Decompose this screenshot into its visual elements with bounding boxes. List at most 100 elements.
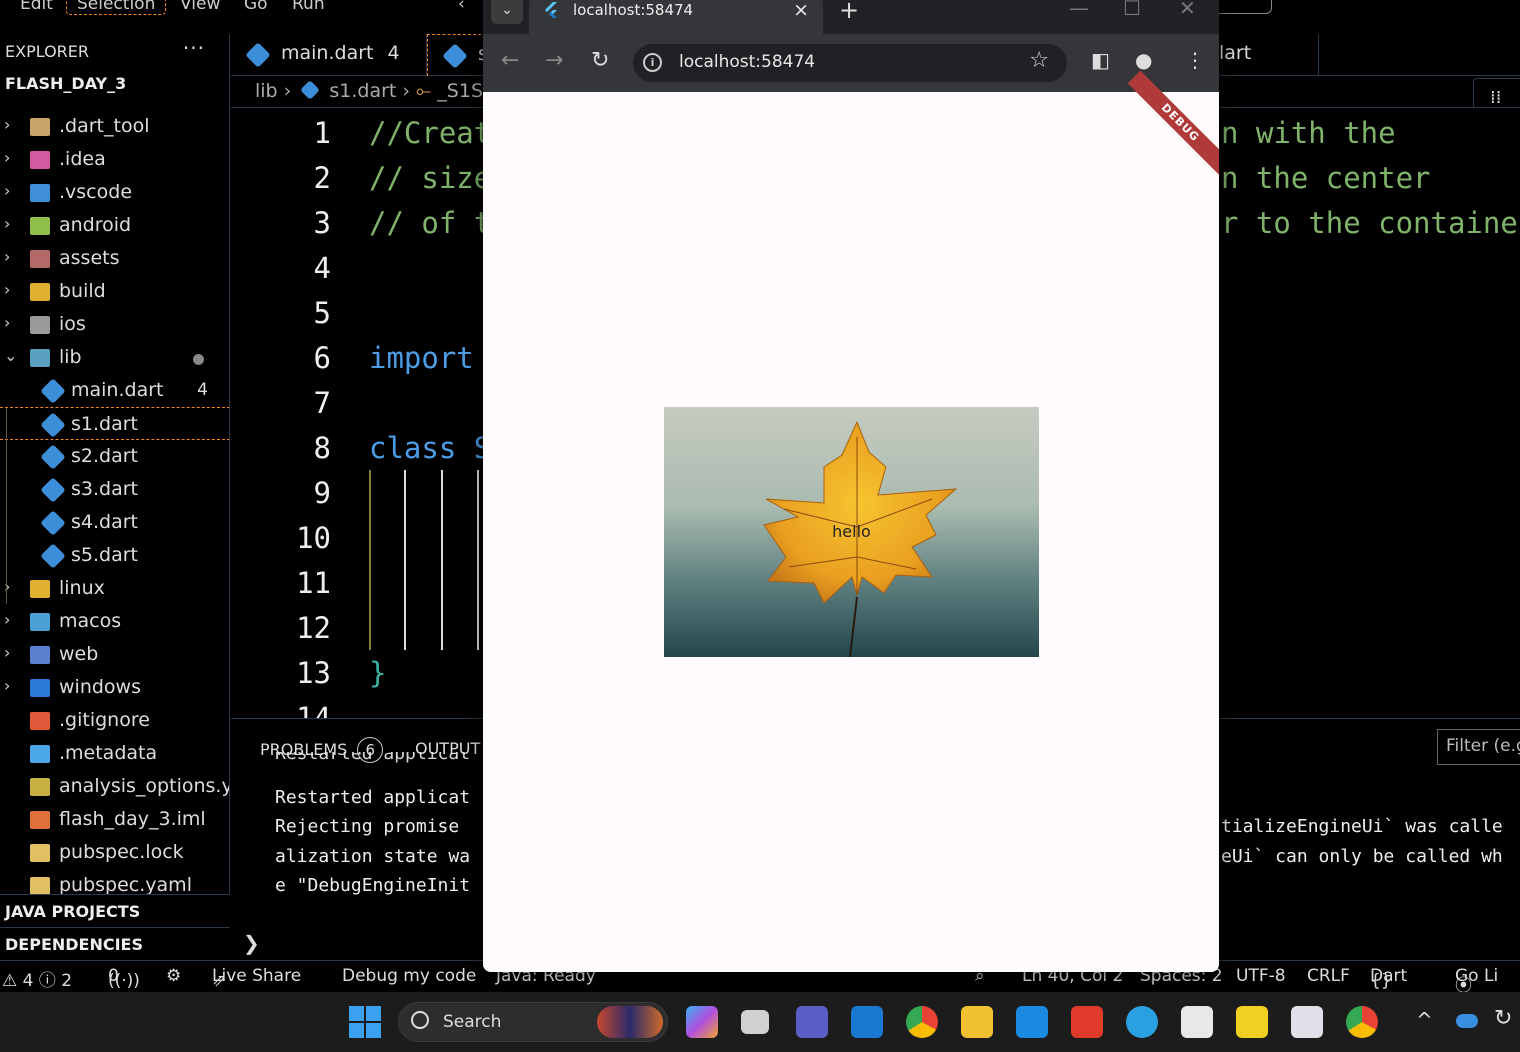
nav-back-icon[interactable]: ‹ — [458, 0, 465, 14]
menu-view[interactable]: View — [180, 0, 220, 14]
site-info-icon[interactable]: i — [643, 53, 662, 72]
tree-item-assets[interactable]: › assets — [0, 242, 229, 275]
tree-item-android[interactable]: › android — [0, 209, 229, 242]
vscode-icon[interactable] — [1016, 1006, 1048, 1038]
explorer-title: EXPLORER — [5, 42, 89, 61]
tree-item-s4-dart[interactable]: s4.dart — [0, 506, 229, 539]
mail-icon[interactable] — [851, 1006, 883, 1038]
tree-item-lib[interactable]: ⌄ lib — [0, 341, 229, 374]
menu-edit[interactable]: Edit — [20, 0, 53, 14]
breadcrumb-file[interactable]: s1.dart — [329, 80, 396, 102]
ports-status[interactable]: ((·)) 0 — [108, 966, 140, 991]
go-live-button[interactable]: ⦿ Go Li — [1455, 966, 1498, 996]
eol-status[interactable]: CRLF — [1307, 966, 1350, 986]
tree-item-analysis-options-y[interactable]: analysis_options.y... — [0, 770, 229, 803]
chevron-right-icon[interactable]: › — [4, 676, 20, 695]
close-tab-icon[interactable]: × — [793, 0, 809, 21]
sync-icon[interactable]: ↻ — [1494, 1006, 1512, 1031]
menu-selection[interactable]: Selection — [66, 0, 167, 15]
chevron-right-icon[interactable]: › — [4, 610, 20, 629]
terminal-line-tail: tializeEngineUi` was calle — [1221, 816, 1503, 837]
language-status[interactable]: {} Dart — [1370, 966, 1407, 991]
line-number: 3 — [313, 206, 331, 240]
chevron-down-icon[interactable]: ⌄ — [4, 346, 20, 365]
chevron-right-icon[interactable]: › — [4, 247, 20, 266]
wps-icon[interactable] — [1071, 1006, 1103, 1038]
tree-item-vscode[interactable]: › .vscode — [0, 176, 229, 209]
tree-item-s3-dart[interactable]: s3.dart — [0, 473, 229, 506]
onedrive-icon[interactable] — [1456, 1014, 1478, 1028]
close-window-icon[interactable]: ✕ — [1179, 0, 1196, 20]
copilot-icon[interactable] — [686, 1006, 718, 1038]
chevron-up-icon[interactable]: ^ — [1416, 1008, 1433, 1032]
chevron-right-icon[interactable]: › — [4, 313, 20, 332]
chrome-icon[interactable] — [906, 1006, 938, 1038]
start-button[interactable] — [349, 1006, 381, 1038]
tree-item-label: flash_day_3.iml — [59, 808, 206, 830]
breadcrumb-lib[interactable]: lib — [255, 80, 278, 102]
back-icon[interactable]: ← — [501, 48, 519, 73]
sticky-notes-icon[interactable] — [1236, 1006, 1268, 1038]
tab-search-chevron-icon[interactable]: ⌄ — [491, 0, 523, 24]
encoding-status[interactable]: UTF-8 — [1236, 966, 1286, 986]
menu-go[interactable]: Go — [244, 0, 268, 14]
tab-main-dart[interactable]: main.dart 4 — [231, 34, 427, 76]
forward-icon[interactable]: → — [545, 48, 563, 73]
reload-icon[interactable]: ↻ — [591, 48, 609, 73]
tree-item-main-dart[interactable]: main.dart 4 — [0, 374, 229, 407]
filter-input[interactable]: Filter (e.g — [1437, 729, 1520, 765]
profile-icon[interactable]: ● — [1135, 48, 1152, 72]
store-icon[interactable] — [1181, 1006, 1213, 1038]
terminal-prompt-icon[interactable]: ❯ — [243, 931, 260, 955]
dependencies-section[interactable]: DEPENDENCIES — [0, 927, 230, 960]
tree-item-gitignore[interactable]: .gitignore — [0, 704, 229, 737]
tree-item-build[interactable]: › build — [0, 275, 229, 308]
menu-run[interactable]: Run — [292, 0, 325, 14]
tree-item-pubspec-lock[interactable]: pubspec.lock — [0, 836, 229, 869]
tree-item-idea[interactable]: › .idea — [0, 143, 229, 176]
chevron-right-icon[interactable]: › — [4, 115, 20, 134]
more-actions-icon[interactable]: ··· — [183, 36, 205, 60]
tab-other-dart[interactable]: lart — [1219, 34, 1319, 76]
breadcrumb-symbol[interactable]: _S1S — [437, 80, 483, 102]
address-bar[interactable]: i localhost:58474 ☆ — [633, 44, 1067, 82]
search-highlight-art — [597, 1006, 663, 1038]
bookmark-star-icon[interactable]: ☆ — [1029, 48, 1049, 73]
debug-my-code-button[interactable]: Debug my code — [342, 966, 476, 986]
tree-item-dart-tool[interactable]: › .dart_tool — [0, 110, 229, 143]
tree-item-s1-dart[interactable]: s1.dart — [0, 407, 229, 440]
tree-item-linux[interactable]: › linux — [0, 572, 229, 605]
debug-icon[interactable]: ⚙ — [166, 966, 181, 986]
menu-kebab-icon[interactable]: ⋮ — [1185, 48, 1205, 72]
telegram-icon[interactable] — [1126, 1006, 1158, 1038]
tree-item-s2-dart[interactable]: s2.dart — [0, 440, 229, 473]
chevron-right-icon[interactable]: › — [4, 181, 20, 200]
java-projects-section[interactable]: JAVA PROJECTS — [0, 894, 230, 927]
task-view-icon[interactable] — [741, 1010, 769, 1034]
browser-toolbar: ← → ↻ i localhost:58474 ☆ ◧ ● ⋮ — [483, 34, 1219, 92]
tree-item-metadata[interactable]: .metadata — [0, 737, 229, 770]
live-share-button[interactable]: ⇗ Live Share — [212, 966, 301, 991]
tree-item-ios[interactable]: › ios — [0, 308, 229, 341]
tree-item-web[interactable]: › web — [0, 638, 229, 671]
new-tab-icon[interactable]: + — [839, 0, 859, 24]
tree-item-s5-dart[interactable]: s5.dart — [0, 539, 229, 572]
chevron-right-icon[interactable]: › — [4, 643, 20, 662]
chevron-right-icon[interactable]: › — [4, 280, 20, 299]
file-explorer-icon[interactable] — [961, 1006, 993, 1038]
side-panel-icon[interactable]: ◧ — [1091, 48, 1110, 72]
chevron-right-icon[interactable]: › — [4, 214, 20, 233]
browser-tab[interactable]: localhost:58474 × — [529, 0, 823, 34]
project-title[interactable]: FLASH_DAY_3 — [0, 70, 229, 100]
chrome-icon[interactable] — [1346, 1006, 1378, 1038]
teams-icon[interactable] — [796, 1006, 828, 1038]
problems-status[interactable]: ⚠ 4 ⓘ 2 — [2, 966, 72, 991]
tree-item-flash-day-3-iml[interactable]: flash_day_3.iml — [0, 803, 229, 836]
taskbar-search[interactable]: Search — [398, 1002, 668, 1042]
maximize-icon[interactable]: ☐ — [1123, 0, 1141, 20]
tree-item-windows[interactable]: › windows — [0, 671, 229, 704]
tree-item-macos[interactable]: › macos — [0, 605, 229, 638]
minimize-icon[interactable]: — — [1069, 0, 1089, 20]
snipping-tool-icon[interactable] — [1291, 1006, 1323, 1038]
chevron-right-icon[interactable]: › — [4, 148, 20, 167]
